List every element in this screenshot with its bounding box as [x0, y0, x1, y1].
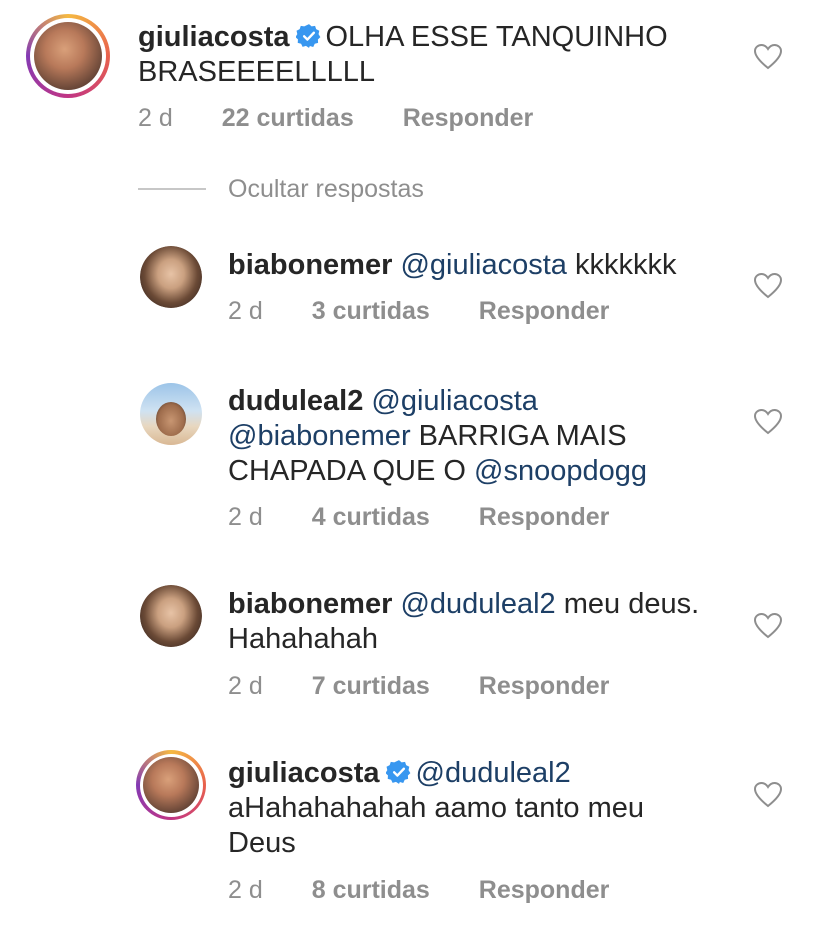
comment-text: giuliacosta OLHA ESSE TANQUINHO BRASEEEEL…: [138, 20, 738, 90]
reply-button[interactable]: Responder: [479, 296, 610, 326]
comment-time: 2 d: [228, 876, 263, 904]
heart-outline-icon[interactable]: [754, 409, 782, 435]
comment-meta: 2 d 8 curtidas Responder: [228, 875, 609, 905]
comment-body: BARRIGA MAIS: [418, 420, 627, 452]
comment-username[interactable]: giuliacosta: [138, 21, 290, 53]
comment-meta: 2 d 3 curtidas Responder: [228, 296, 609, 326]
verified-badge-icon: [385, 760, 410, 784]
heart-outline-icon[interactable]: [754, 44, 782, 70]
heart-outline-icon[interactable]: [754, 613, 782, 639]
avatar[interactable]: [140, 585, 202, 647]
hide-replies-label: Ocultar respostas: [228, 175, 424, 203]
avatar[interactable]: [140, 383, 202, 445]
comment-text: duduleal2 @giuliacosta @biabonemer BARRI…: [228, 384, 748, 489]
comment-body: aHahahahahah aamo tanto meu: [228, 792, 644, 824]
reply-button[interactable]: Responder: [479, 502, 610, 532]
comment-meta: 2 d 7 curtidas Responder: [228, 671, 609, 701]
comment-username[interactable]: biabonemer: [228, 588, 392, 620]
avatar[interactable]: [140, 246, 202, 308]
likes-count-button[interactable]: 7 curtidas: [312, 671, 430, 701]
reply-button[interactable]: Responder: [403, 103, 534, 133]
comment-text: giuliacosta @duduleal2 aHahahahahah aamo …: [228, 756, 748, 861]
likes-count-button[interactable]: 3 curtidas: [312, 296, 430, 326]
mention-link[interactable]: @biabonemer: [228, 420, 411, 452]
comment-body-line3: CHAPADA QUE O: [228, 455, 466, 487]
reply-button[interactable]: Responder: [479, 671, 610, 701]
comment-meta: 2 d 22 curtidas Responder: [138, 103, 533, 133]
likes-count-button[interactable]: 22 curtidas: [222, 103, 354, 133]
comment-username[interactable]: giuliacosta: [228, 757, 380, 789]
heart-outline-icon[interactable]: [754, 273, 782, 299]
comment-time: 2 d: [138, 104, 173, 132]
heart-outline-icon[interactable]: [754, 782, 782, 808]
avatar[interactable]: [26, 14, 110, 98]
comment-body: OLHA ESSE TANQUINHO: [325, 21, 668, 53]
comment-username[interactable]: duduleal2: [228, 385, 363, 417]
mention-link[interactable]: @duduleal2: [400, 588, 555, 620]
divider: [138, 188, 206, 190]
mention-link[interactable]: @giuliacosta: [400, 249, 566, 281]
verified-badge-icon: [295, 24, 320, 48]
mention-link[interactable]: @duduleal2: [416, 757, 571, 789]
comment-time: 2 d: [228, 297, 263, 325]
comment-body: meu deus.: [563, 588, 700, 620]
comment-body-line2: BRASEEEELLLLL: [138, 56, 375, 88]
mention-link[interactable]: @giuliacosta: [371, 385, 537, 417]
hide-replies-button[interactable]: Ocultar respostas: [138, 174, 458, 204]
comment-text: biabonemer @duduleal2 meu deus. Hahahaha…: [228, 587, 748, 657]
comment-time: 2 d: [228, 672, 263, 700]
comment-text: biabonemer @giuliacosta kkkkkkk: [228, 248, 748, 283]
comment-time: 2 d: [228, 503, 263, 531]
comment-username[interactable]: biabonemer: [228, 249, 392, 281]
comment-meta: 2 d 4 curtidas Responder: [228, 502, 609, 532]
comment-body: kkkkkkk: [574, 249, 677, 281]
likes-count-button[interactable]: 8 curtidas: [312, 875, 430, 905]
likes-count-button[interactable]: 4 curtidas: [312, 502, 430, 532]
comment-body-line3: Deus: [228, 827, 296, 859]
comment-body-line2: Hahahahah: [228, 623, 378, 655]
reply-button[interactable]: Responder: [479, 875, 610, 905]
avatar[interactable]: [136, 750, 206, 820]
mention-link[interactable]: @snoopdogg: [474, 455, 647, 487]
